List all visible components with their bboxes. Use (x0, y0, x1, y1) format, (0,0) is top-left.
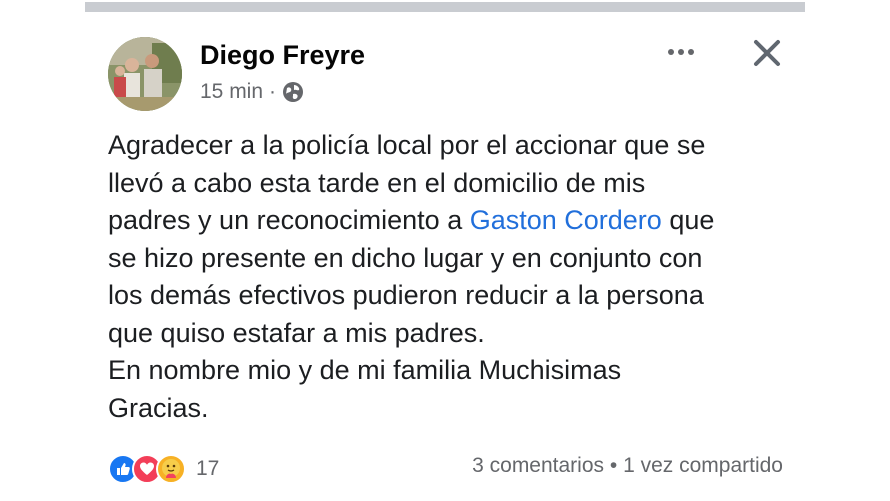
post-text-segment: que (661, 205, 715, 235)
author-name[interactable]: Diego Freyre (200, 40, 365, 71)
post-text-line: que quiso estafar a mis padres. (108, 317, 485, 348)
post-text-line: padres y un reconocimiento a Gaston Cord… (108, 202, 788, 240)
post-header: Diego Freyre 15 min · (108, 34, 798, 111)
avatar-photo (108, 37, 182, 111)
mention-link[interactable]: Gaston Cordero (470, 205, 662, 235)
post-footer: 17 3 comentarios • 1 vez compartido (108, 452, 783, 486)
reaction-count: 17 (196, 457, 220, 480)
post-text-line: En nombre mio y de mi familia Muchisimas (108, 355, 622, 385)
meta-separator: · (269, 80, 277, 103)
post-meta: 15 min · (200, 80, 304, 104)
care-icon (156, 454, 186, 484)
post-text: Agradecer a la policía local por el acci… (108, 127, 788, 427)
close-icon (754, 40, 780, 66)
post-text-segment: padres y un reconocimiento a (108, 205, 470, 235)
counts-separator: • (609, 454, 618, 477)
comments-link[interactable]: 3 comentarios (472, 454, 604, 477)
reactions-summary[interactable]: 17 (108, 452, 219, 486)
more-dot (668, 49, 674, 55)
post-text-line: Gracias. (108, 392, 209, 423)
post-text-line: Agradecer a la policía local por el acci… (108, 130, 706, 160)
more-options-button[interactable] (661, 38, 701, 66)
shares-link[interactable]: 1 vez compartido (623, 454, 783, 477)
post-text-line: los demás efectivos pudieron reducir a l… (108, 280, 704, 310)
top-divider (85, 2, 805, 12)
more-dot (688, 49, 694, 55)
post-time[interactable]: 15 min (200, 80, 263, 104)
globe-icon[interactable] (282, 81, 304, 103)
post-text-line: se hizo presente en dicho lugar y en con… (108, 242, 703, 273)
avatar[interactable] (108, 37, 182, 111)
engagement-counts: 3 comentarios • 1 vez compartido (472, 454, 783, 478)
post-text-line: llevó a cabo esta tarde en el domicilio … (108, 167, 646, 198)
close-button[interactable] (748, 34, 786, 72)
more-dot (678, 49, 684, 55)
